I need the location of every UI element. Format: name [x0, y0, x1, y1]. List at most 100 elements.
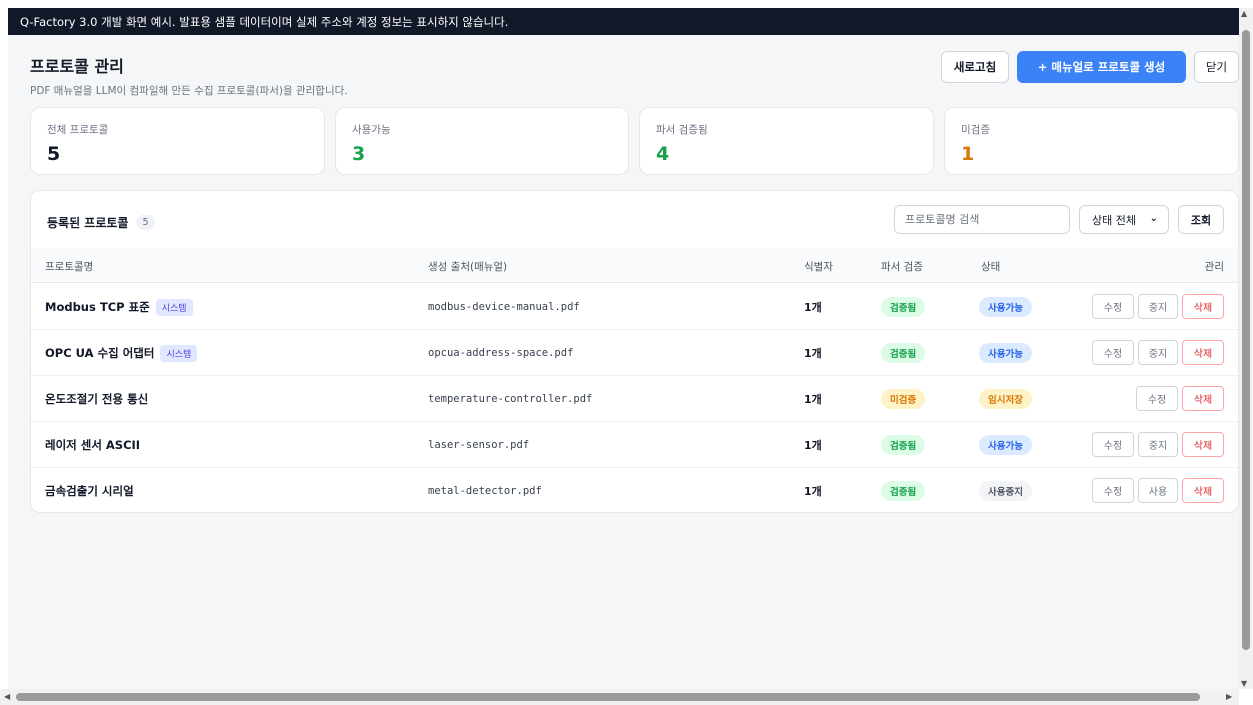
col-header-manage: 관리: [1204, 261, 1224, 273]
identifier-count: 1개: [804, 393, 822, 406]
source-manual: temperature-controller.pdf: [428, 393, 593, 405]
toggle-button[interactable]: 중지: [1138, 340, 1178, 365]
table-row: OPC UA 수집 어댑터 시스템 opcua-address-space.pdf 1…: [31, 330, 1238, 376]
panel-title-text: 등록된 프로토콜: [47, 216, 129, 230]
status-cell: 사용가능: [979, 284, 1032, 330]
source-manual: modbus-device-manual.pdf: [428, 301, 580, 313]
page-header: 프로토콜 관리 PDF 매뉴얼을 LLM이 컴파일해 만든 수집 프로토콜(파서…: [30, 53, 348, 98]
verify-cell: 미검증: [881, 376, 926, 422]
protocol-name-cell: OPC UA 수집 어댑터 시스템: [45, 330, 198, 376]
protocol-name: 레이저 센서 ASCII: [45, 438, 141, 452]
stat-card-unverified: 미검증 1: [944, 107, 1239, 175]
protocol-name: 금속검출기 시리얼: [45, 484, 134, 498]
table-header: 프로토콜명 생성 출처(매뉴얼) 식별자 파서 검증 상태 관리: [31, 248, 1238, 283]
stat-label: 전체 프로토콜: [47, 124, 109, 136]
delete-button[interactable]: 삭제: [1182, 340, 1224, 365]
scroll-left-icon[interactable]: ◀: [4, 692, 10, 701]
chevron-down-icon: ⌄: [1149, 213, 1158, 224]
identifier-count: 1개: [804, 301, 822, 314]
col-header-status: 상태: [981, 261, 1001, 273]
protocol-name-cell: 온도조절기 전용 통신: [45, 376, 148, 422]
toggle-button[interactable]: 중지: [1138, 432, 1178, 457]
stat-card-available: 사용가능 3: [335, 107, 629, 175]
verify-badge: 미검증: [881, 389, 926, 409]
stat-label: 사용가능: [352, 124, 391, 136]
verify-cell: 검증됨: [881, 468, 926, 512]
scroll-up-icon[interactable]: ▲: [1241, 9, 1247, 18]
source-manual: opcua-address-space.pdf: [428, 347, 574, 359]
source-manual: metal-detector.pdf: [428, 485, 542, 497]
count-badge: 5: [136, 215, 155, 230]
protocol-list-panel: 등록된 프로토콜 5 상태 전체 ⌄ 조회 프로토콜명 생성 출처(매뉴얼) 식…: [30, 190, 1239, 513]
page-subtitle: PDF 매뉴얼을 LLM이 컴파일해 만든 수집 프로토콜(파서)을 관리합니다…: [30, 85, 348, 97]
verify-badge: 검증됨: [881, 343, 926, 363]
verify-cell: 검증됨: [881, 284, 926, 330]
panel-title: 등록된 프로토콜 5: [47, 214, 155, 231]
status-cell: 임시저장: [979, 376, 1032, 422]
toggle-button[interactable]: 사용: [1138, 478, 1178, 503]
edit-button[interactable]: 수정: [1092, 340, 1134, 365]
scroll-down-icon[interactable]: ▼: [1241, 679, 1247, 688]
verify-badge: 검증됨: [881, 435, 926, 455]
status-badge: 사용가능: [979, 297, 1032, 317]
verify-badge: 검증됨: [881, 297, 926, 317]
vertical-scroll-thumb[interactable]: [1242, 30, 1250, 650]
edit-button[interactable]: 수정: [1092, 432, 1134, 457]
table-row: 레이저 센서 ASCII laser-sensor.pdf 1개 검증됨 사용가능 삭…: [31, 422, 1238, 468]
stat-card-verified: 파서 검증됨 4: [639, 107, 934, 175]
status-filter-value: 상태 전체: [1092, 213, 1136, 227]
refresh-button[interactable]: 새로고침: [941, 51, 1009, 83]
stat-value: 5: [47, 143, 61, 165]
create-protocol-button[interactable]: + 매뉴얼로 프로토콜 생성: [1017, 51, 1186, 83]
dev-banner: Q-Factory 3.0 개발 화면 예시. 발표용 샘플 데이터이며 실제 …: [8, 8, 1239, 35]
system-badge: 시스템: [155, 298, 193, 316]
delete-button[interactable]: 삭제: [1182, 386, 1224, 411]
verify-cell: 검증됨: [881, 330, 926, 376]
stat-card-total: 전체 프로토콜 5: [30, 107, 325, 175]
horizontal-scrollbar[interactable]: ◀ ▶: [0, 689, 1239, 705]
delete-button[interactable]: 삭제: [1182, 478, 1224, 503]
identifier-count: 1개: [804, 485, 822, 498]
edit-button[interactable]: 수정: [1092, 294, 1134, 319]
stat-value: 3: [352, 143, 366, 165]
col-header-ident: 식별자: [804, 261, 833, 273]
protocol-name-cell: Modbus TCP 표준 시스템: [45, 284, 193, 330]
col-header-source: 생성 출처(매뉴얼): [428, 261, 508, 273]
status-cell: 사용중지: [979, 468, 1032, 512]
status-badge: 사용가능: [979, 435, 1032, 455]
status-cell: 사용가능: [979, 330, 1032, 376]
protocol-name-cell: 레이저 센서 ASCII: [45, 422, 140, 468]
vertical-scrollbar[interactable]: ▲ ▼: [1239, 8, 1253, 689]
col-header-name: 프로토콜명: [45, 261, 94, 273]
table-row: 온도조절기 전용 통신 temperature-controller.pdf 1개 …: [31, 376, 1238, 422]
edit-button[interactable]: 수정: [1136, 386, 1178, 411]
delete-button[interactable]: 삭제: [1182, 432, 1224, 457]
query-button[interactable]: 조회: [1178, 205, 1224, 234]
toggle-button[interactable]: 중지: [1138, 294, 1178, 319]
system-badge: 시스템: [160, 344, 198, 362]
protocol-name: OPC UA 수집 어댑터: [45, 346, 155, 360]
protocol-name: Modbus TCP 표준: [45, 300, 150, 314]
status-badge: 사용가능: [979, 343, 1032, 363]
col-header-verify: 파서 검증: [881, 261, 923, 273]
close-button[interactable]: 닫기: [1194, 51, 1239, 83]
scroll-right-icon[interactable]: ▶: [1226, 692, 1232, 701]
status-filter-select[interactable]: 상태 전체 ⌄: [1079, 205, 1169, 234]
status-badge: 사용중지: [979, 481, 1032, 501]
status-cell: 사용가능: [979, 422, 1032, 468]
verify-cell: 검증됨: [881, 422, 926, 468]
horizontal-scroll-thumb[interactable]: [16, 693, 1200, 701]
stat-label: 파서 검증됨: [656, 124, 708, 136]
identifier-count: 1개: [804, 439, 822, 452]
identifier-count: 1개: [804, 347, 822, 360]
protocol-name: 온도조절기 전용 통신: [45, 392, 149, 406]
edit-button[interactable]: 수정: [1092, 478, 1134, 503]
stat-label: 미검증: [961, 124, 990, 136]
verify-badge: 검증됨: [881, 481, 926, 501]
protocol-search-input[interactable]: [894, 205, 1070, 234]
source-manual: laser-sensor.pdf: [428, 439, 530, 451]
stat-value: 4: [656, 143, 670, 165]
protocol-name-cell: 금속검출기 시리얼: [45, 468, 134, 512]
stat-value: 1: [961, 143, 975, 165]
delete-button[interactable]: 삭제: [1182, 294, 1224, 319]
